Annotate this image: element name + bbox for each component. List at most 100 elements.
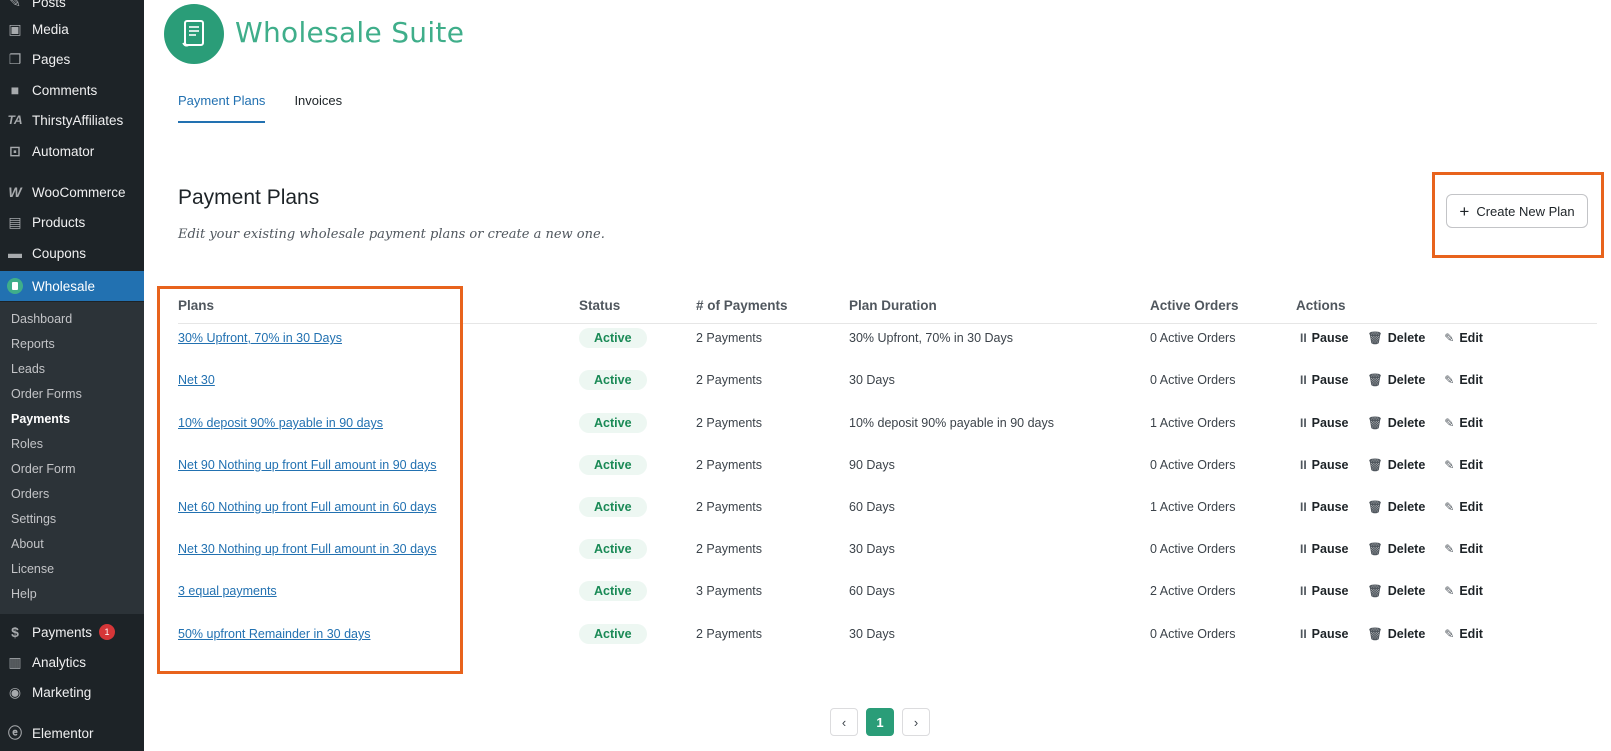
submenu-order-form[interactable]: Order Form xyxy=(11,462,76,476)
sidebar-item-label: ThirstyAffiliates xyxy=(32,112,124,128)
sidebar-item-coupons[interactable]: ▬ Coupons xyxy=(0,238,144,268)
pagination: ‹ 1 › xyxy=(830,708,930,736)
sidebar-item-wholesale[interactable]: Wholesale xyxy=(0,271,144,301)
edit-button[interactable]: ✎ Edit xyxy=(1444,500,1483,514)
sidebar-item-elementor[interactable]: ⓔ Elementor xyxy=(0,718,144,748)
media-icon: ▣ xyxy=(8,20,22,37)
tab-bar: Payment Plans Invoices xyxy=(178,93,342,123)
edit-button[interactable]: ✎ Edit xyxy=(1444,584,1483,598)
submenu-settings[interactable]: Settings xyxy=(11,512,56,526)
status-cell: Active xyxy=(579,402,647,444)
duration-cell: 30 Days xyxy=(849,542,895,556)
sidebar-item-automator[interactable]: ⊡ Automator xyxy=(0,136,144,166)
pause-button[interactable]: II Pause xyxy=(1300,627,1349,641)
sidebar-item-payments[interactable]: $ Payments 1 xyxy=(0,617,144,647)
status-badge: Active xyxy=(579,581,647,601)
actions-cell: II Pause 🗑 Delete ✎ Edit xyxy=(1300,613,1502,655)
delete-button[interactable]: 🗑 Delete xyxy=(1368,584,1426,598)
pencil-icon: ✎ xyxy=(1444,500,1455,514)
trash-icon: 🗑 xyxy=(1367,500,1383,514)
sidebar-item-label: Elementor xyxy=(32,725,94,741)
active-orders-cell: 0 Active Orders xyxy=(1150,542,1236,556)
delete-button[interactable]: 🗑 Delete xyxy=(1368,627,1426,641)
sidebar-item-products[interactable]: ▤ Products xyxy=(0,207,144,237)
actions-cell: II Pause 🗑 Delete ✎ Edit xyxy=(1300,486,1502,528)
sidebar-item-label: Payments xyxy=(32,624,93,640)
pause-button[interactable]: II Pause xyxy=(1300,416,1349,430)
edit-button[interactable]: ✎ Edit xyxy=(1444,331,1483,345)
analytics-icon: ▥ xyxy=(8,653,22,670)
submenu-reports[interactable]: Reports xyxy=(11,337,55,351)
products-icon: ▤ xyxy=(8,213,22,230)
trash-icon: 🗑 xyxy=(1367,584,1383,598)
pause-button[interactable]: II Pause xyxy=(1300,584,1349,598)
pages-icon: ❐ xyxy=(8,50,22,67)
actions-cell: II Pause 🗑 Delete ✎ Edit xyxy=(1300,359,1502,401)
submenu-roles[interactable]: Roles xyxy=(11,437,43,451)
status-badge: Active xyxy=(579,413,647,433)
pause-button[interactable]: II Pause xyxy=(1300,542,1349,556)
sidebar-item-thirstyaffiliates[interactable]: TA ThirstyAffiliates xyxy=(0,105,144,135)
status-cell: Active xyxy=(579,317,647,359)
status-cell: Active xyxy=(579,444,647,486)
trash-icon: 🗑 xyxy=(1367,416,1383,430)
payments-cell: 2 Payments xyxy=(696,458,763,472)
delete-label: Delete xyxy=(1387,584,1426,598)
pagination-next-button[interactable]: › xyxy=(902,708,930,736)
pause-button[interactable]: II Pause xyxy=(1300,500,1349,514)
submenu-dashboard[interactable]: Dashboard xyxy=(11,312,72,326)
tab-payment-plans[interactable]: Payment Plans xyxy=(178,93,266,123)
submenu-license[interactable]: License xyxy=(11,562,54,576)
submenu-payments[interactable]: Payments xyxy=(11,412,70,426)
edit-button[interactable]: ✎ Edit xyxy=(1444,373,1483,387)
pagination-prev-button[interactable]: ‹ xyxy=(830,708,858,736)
edit-button[interactable]: ✎ Edit xyxy=(1444,627,1483,641)
pause-button[interactable]: II Pause xyxy=(1300,458,1349,472)
trash-icon: 🗑 xyxy=(1367,627,1383,641)
status-cell: Active xyxy=(579,613,647,655)
pause-label: Pause xyxy=(1311,373,1349,387)
duration-cell: 30 Days xyxy=(849,373,895,387)
payments-cell: 2 Payments xyxy=(696,627,763,641)
sidebar-item-media[interactable]: ▣ Media xyxy=(0,14,144,44)
active-orders-cell: 0 Active Orders xyxy=(1150,331,1236,345)
sidebar-item-label: Coupons xyxy=(32,245,87,261)
sidebar-item-label: Media xyxy=(32,21,69,37)
pause-icon: II xyxy=(1300,542,1307,556)
sidebar-item-comments[interactable]: ■ Comments xyxy=(0,75,144,105)
page-title: Payment Plans xyxy=(178,186,320,209)
delete-button[interactable]: 🗑 Delete xyxy=(1368,542,1426,556)
sidebar-item-marketing[interactable]: ◉ Marketing xyxy=(0,677,144,707)
status-cell: Active xyxy=(579,570,647,612)
submenu-about[interactable]: About xyxy=(11,537,44,551)
submenu-help[interactable]: Help xyxy=(11,587,37,601)
status-cell: Active xyxy=(579,359,647,401)
submenu-order-forms[interactable]: Order Forms xyxy=(11,387,82,401)
pagination-page-1[interactable]: 1 xyxy=(866,708,894,736)
pause-button[interactable]: II Pause xyxy=(1300,331,1349,345)
sidebar-item-pages[interactable]: ❐ Pages xyxy=(0,44,144,74)
delete-button[interactable]: 🗑 Delete xyxy=(1368,458,1426,472)
delete-button[interactable]: 🗑 Delete xyxy=(1368,500,1426,514)
delete-button[interactable]: 🗑 Delete xyxy=(1368,416,1426,430)
actions-cell: II Pause 🗑 Delete ✎ Edit xyxy=(1300,570,1502,612)
column-header-status: Status xyxy=(579,298,621,313)
pause-icon: II xyxy=(1300,373,1307,387)
delete-button[interactable]: 🗑 Delete xyxy=(1368,373,1426,387)
pushpin-icon: ✎ xyxy=(9,0,21,10)
edit-button[interactable]: ✎ Edit xyxy=(1444,458,1483,472)
active-orders-cell: 0 Active Orders xyxy=(1150,627,1236,641)
elementor-icon: ⓔ xyxy=(8,725,22,741)
sidebar-item-analytics[interactable]: ▥ Analytics xyxy=(0,647,144,677)
tab-invoices[interactable]: Invoices xyxy=(294,93,342,123)
edit-label: Edit xyxy=(1459,416,1483,430)
submenu-leads[interactable]: Leads xyxy=(11,362,45,376)
app-window: ✎ Posts ▣ Media ❐ Pages ■ Comments TA Th… xyxy=(0,0,1611,751)
edit-button[interactable]: ✎ Edit xyxy=(1444,542,1483,556)
delete-button[interactable]: 🗑 Delete xyxy=(1368,331,1426,345)
sidebar-item-woocommerce[interactable]: W WooCommerce xyxy=(0,177,144,207)
submenu-orders[interactable]: Orders xyxy=(11,487,49,501)
pause-button[interactable]: II Pause xyxy=(1300,373,1349,387)
edit-button[interactable]: ✎ Edit xyxy=(1444,416,1483,430)
delete-label: Delete xyxy=(1387,416,1426,430)
